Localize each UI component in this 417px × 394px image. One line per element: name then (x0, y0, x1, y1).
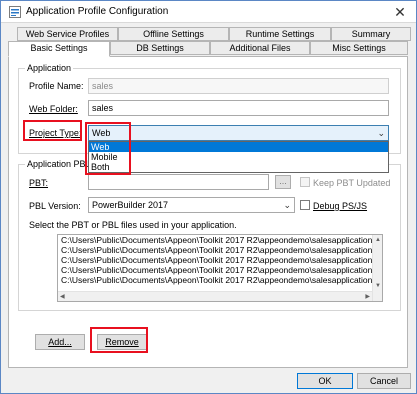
tab-summary[interactable]: Summary (331, 27, 411, 41)
chevron-down-icon[interactable]: ⌄ (283, 199, 291, 211)
application-pbls-group-label: Application PBLs (25, 159, 98, 170)
pbl-version-select[interactable]: PowerBuilder 2017 ⌄ (88, 197, 295, 213)
dropdown-option-web[interactable]: Web (89, 142, 388, 152)
web-folder-field[interactable]: sales (88, 100, 389, 116)
close-button[interactable]: ✕ (388, 3, 412, 21)
web-folder-label: Web Folder: (29, 104, 78, 114)
scroll-right-icon[interactable]: ▶ (365, 293, 370, 301)
pbt-label: PBT: (29, 178, 49, 188)
chevron-down-icon[interactable]: ⌄ (377, 127, 385, 139)
ok-button[interactable]: OK (297, 373, 353, 389)
app-icon (9, 6, 21, 18)
dropdown-option-mobile[interactable]: Mobile (89, 152, 388, 162)
vertical-scrollbar[interactable]: ▲ ▼ (372, 235, 382, 301)
cancel-button[interactable]: Cancel (357, 373, 411, 389)
debug-label: Debug PS/JS (313, 201, 368, 211)
profile-name-label: Profile Name: (29, 81, 84, 91)
title-bar: Application Profile Configuration ✕ (1, 1, 416, 23)
scroll-up-icon[interactable]: ▲ (375, 236, 381, 244)
keep-pbt-updated-label: Keep PBT Updated (313, 178, 391, 188)
scroll-left-icon[interactable]: ◀ (60, 293, 65, 301)
pbl-instruction-text: Select the PBT or PBL files used in your… (29, 220, 237, 230)
tab-misc-settings[interactable]: Misc Settings (310, 41, 408, 55)
pbt-browse-button[interactable]: ... (275, 175, 291, 189)
scroll-down-icon[interactable]: ▼ (375, 282, 381, 290)
list-item[interactable]: C:\Users\Public\Documents\Appeon\Toolkit… (58, 245, 382, 255)
dropdown-option-both[interactable]: Both (89, 162, 388, 172)
list-item[interactable]: C:\Users\Public\Documents\Appeon\Toolkit… (58, 255, 382, 265)
project-type-label: Project Type: (29, 128, 82, 138)
add-button[interactable]: Add... (35, 334, 85, 350)
pbl-version-value: PowerBuilder 2017 (92, 200, 169, 210)
project-type-value: Web (92, 128, 111, 138)
list-item[interactable]: C:\Users\Public\Documents\Appeon\Toolkit… (58, 275, 382, 285)
tab-db-settings[interactable]: DB Settings (110, 41, 210, 55)
application-group-label: Application (25, 63, 74, 74)
debug-checkbox[interactable] (300, 200, 310, 210)
tab-runtime-settings[interactable]: Runtime Settings (229, 27, 331, 41)
close-icon: ✕ (394, 4, 406, 20)
tab-basic-settings[interactable]: Basic Settings (8, 41, 110, 57)
project-type-dropdown: Web Mobile Both (88, 141, 389, 173)
tab-offline-settings[interactable]: Offline Settings (118, 27, 229, 41)
list-item[interactable]: C:\Users\Public\Documents\Appeon\Toolkit… (58, 265, 382, 275)
application-profile-window: Application Profile Configuration ✕ Web … (0, 0, 417, 394)
window-title: Application Profile Configuration (26, 6, 169, 17)
remove-button[interactable]: Remove (97, 334, 147, 350)
pbt-field[interactable] (88, 174, 269, 190)
horizontal-scrollbar[interactable]: ◀ ▶ (58, 291, 372, 301)
keep-pbt-updated-checkbox[interactable] (300, 177, 310, 187)
tab-additional-files[interactable]: Additional Files (210, 41, 310, 55)
project-type-select[interactable]: Web ⌄ (88, 125, 389, 141)
profile-name-field[interactable]: sales (88, 78, 389, 94)
tab-web-service-profiles[interactable]: Web Service Profiles (17, 27, 118, 41)
pbl-version-label: PBL Version: (29, 201, 81, 211)
list-item[interactable]: C:\Users\Public\Documents\Appeon\Toolkit… (58, 235, 382, 245)
pbl-file-list[interactable]: C:\Users\Public\Documents\Appeon\Toolkit… (57, 234, 383, 302)
